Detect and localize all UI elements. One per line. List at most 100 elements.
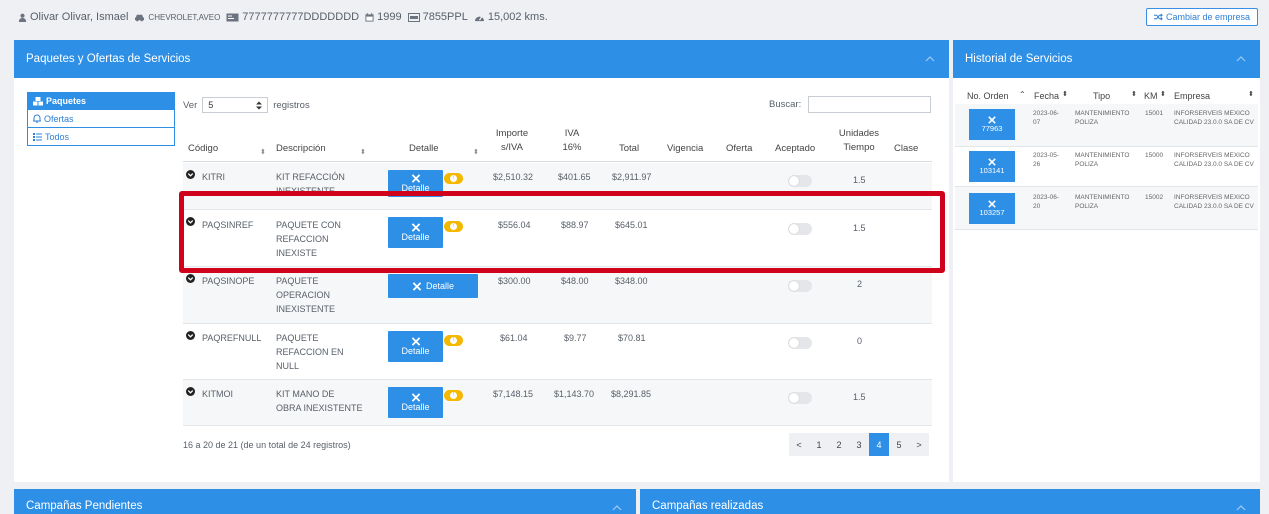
row-total: $70.81: [618, 333, 646, 343]
history-date-line: 2023-06-: [1033, 110, 1060, 117]
col-clase-label: Clase: [894, 143, 919, 154]
chevron-circle-down-icon[interactable]: [186, 387, 195, 396]
search-label: Buscar:: [769, 99, 802, 110]
table-row[interactable]: PAQREFNULL PAQUETE REFACCION EN NULL Det…: [183, 324, 932, 380]
bell-icon: [33, 114, 41, 123]
sort-icon: ⬍: [260, 149, 266, 156]
order-button[interactable]: 77963: [969, 109, 1015, 140]
tools-icon: [988, 116, 996, 124]
chevron-up-icon[interactable]: [925, 54, 935, 64]
row-desc-line: KIT MANO DE: [276, 389, 335, 399]
packages-panel-header[interactable]: Paquetes y Ofertas de Servicios: [14, 40, 949, 78]
page-length-control: Ver 5 registros: [183, 97, 310, 113]
history-company-line: CALIDAD 23.0.0 SA DE CV: [1174, 203, 1254, 210]
row-iva: $401.65: [558, 172, 591, 182]
history-date-line: 07: [1033, 119, 1041, 126]
col-total[interactable]: Total: [619, 142, 639, 156]
accepted-toggle[interactable]: [788, 280, 812, 292]
history-row[interactable]: 103257 2023-06- 20 MANTENIMIENTO POLIZA …: [955, 187, 1258, 230]
history-date-line: 2023-06-: [1033, 194, 1060, 201]
col-codigo[interactable]: Código ⬍: [188, 142, 266, 156]
col-descripcion[interactable]: Descripción ⬍: [276, 142, 366, 156]
info-badge[interactable]: !: [444, 173, 463, 184]
car-icon: [135, 14, 145, 21]
completed-campaigns-title: Campañas realizadas: [652, 500, 764, 512]
row-desc-line: PAQUETE: [276, 276, 319, 286]
col-clase[interactable]: Clase: [894, 142, 918, 156]
history-row[interactable]: 103141 2023-05- 26 MANTENIMIENTO POLIZA …: [955, 147, 1258, 187]
history-company: INFORSERVEIS MEXICO CALIDAD 23.0.0 SA DE…: [1174, 151, 1254, 169]
id-card-icon: [226, 13, 239, 21]
history-panel-header[interactable]: Historial de Servicios: [953, 40, 1260, 78]
highlight-box: [179, 191, 945, 273]
chevron-up-icon[interactable]: [1236, 54, 1246, 64]
sort-asc-icon: ⌃: [1019, 90, 1026, 99]
chevron-up-icon[interactable]: [1236, 503, 1246, 513]
table-row[interactable]: KITMOI KIT MANO DE OBRA INEXISTENTE Deta…: [183, 380, 932, 426]
row-importe: $7,148.15: [493, 389, 534, 399]
search-control: Buscar:: [769, 96, 932, 113]
tab-paquetes[interactable]: Paquetes: [27, 92, 175, 110]
tab-paquetes-label: Paquetes: [46, 96, 87, 106]
history-km: 15000: [1145, 152, 1164, 159]
col-detalle[interactable]: Detalle ⬍: [409, 142, 479, 156]
col-unidades-tiempo[interactable]: Unidades Tiempo: [835, 127, 883, 155]
chevron-circle-down-icon[interactable]: [186, 170, 195, 179]
col-vigencia[interactable]: Vigencia: [667, 142, 703, 156]
list-icon: [33, 132, 42, 141]
col-iva[interactable]: IVA 16%: [557, 127, 587, 155]
row-total: $2,911.97: [612, 172, 652, 182]
plate-icon: [407, 12, 420, 22]
page-prev[interactable]: <: [789, 433, 809, 456]
hcol-fecha[interactable]: Fecha: [1034, 91, 1059, 101]
detail-button[interactable]: Detalle: [388, 274, 478, 298]
row-importe: $2,510.32: [493, 172, 534, 182]
hcol-km[interactable]: KM: [1144, 91, 1158, 101]
row-time: 2: [857, 279, 863, 289]
row-importe: $61.04: [500, 333, 528, 343]
page-next[interactable]: >: [909, 433, 929, 456]
hcol-orden[interactable]: No. Orden: [967, 91, 1009, 101]
search-input[interactable]: [808, 96, 932, 113]
table-row[interactable]: PAQSINOPE PAQUETE OPERACION INEXISTENTE …: [183, 267, 932, 324]
sort-icon: ⬍: [1131, 91, 1137, 98]
tab-todos[interactable]: Todos: [27, 128, 175, 146]
order-button[interactable]: 103257: [969, 193, 1015, 224]
history-type-line: MANTENIMIENTO: [1075, 152, 1130, 159]
chevron-circle-down-icon[interactable]: [186, 274, 195, 283]
info-badge[interactable]: !: [444, 335, 463, 346]
page-length-select[interactable]: 5: [202, 97, 269, 113]
page-5[interactable]: 5: [889, 433, 909, 456]
col-importe[interactable]: Importe s/IVA: [487, 127, 537, 155]
order-button[interactable]: 103141: [969, 151, 1015, 182]
show-label: Ver: [183, 99, 198, 111]
table-info: 16 a 20 de 21 (de un total de 24 registr…: [183, 440, 351, 450]
row-code: PAQREFNULL: [202, 333, 262, 343]
page-4[interactable]: 4: [869, 433, 889, 456]
detail-button[interactable]: Detalle: [388, 387, 443, 418]
sort-icon: ⬍: [1160, 91, 1166, 98]
info-badge[interactable]: !: [444, 390, 463, 401]
hcol-tipo[interactable]: Tipo: [1093, 91, 1110, 101]
accepted-toggle[interactable]: [788, 337, 812, 349]
page-1[interactable]: 1: [809, 433, 829, 456]
change-company-button[interactable]: Cambiar de empresa: [1145, 8, 1258, 26]
pending-campaigns-header[interactable]: Campañas Pendientes: [14, 489, 636, 514]
col-aceptado[interactable]: Aceptado: [775, 142, 815, 156]
history-type-line: POLIZA: [1075, 161, 1099, 168]
accepted-toggle[interactable]: [788, 175, 812, 187]
completed-campaigns-header[interactable]: Campañas realizadas: [640, 489, 1260, 514]
page-2[interactable]: 2: [829, 433, 849, 456]
col-oferta[interactable]: Oferta: [726, 142, 752, 156]
tab-ofertas[interactable]: Ofertas: [27, 110, 175, 128]
detail-button[interactable]: Detalle: [388, 331, 443, 362]
history-date: 2023-06- 07: [1033, 109, 1059, 127]
history-row[interactable]: 77963 2023-06- 07 MANTENIMIENTO POLIZA 1…: [955, 104, 1258, 147]
chevron-up-icon[interactable]: [612, 503, 622, 513]
accepted-toggle[interactable]: [788, 392, 812, 404]
hcol-empresa[interactable]: Empresa: [1174, 91, 1210, 101]
row-desc-line: INEXISTENTE: [276, 304, 336, 314]
chevron-circle-down-icon[interactable]: [186, 331, 195, 340]
page-3[interactable]: 3: [849, 433, 869, 456]
row-description: KIT MANO DE OBRA INEXISTENTE: [276, 387, 363, 415]
